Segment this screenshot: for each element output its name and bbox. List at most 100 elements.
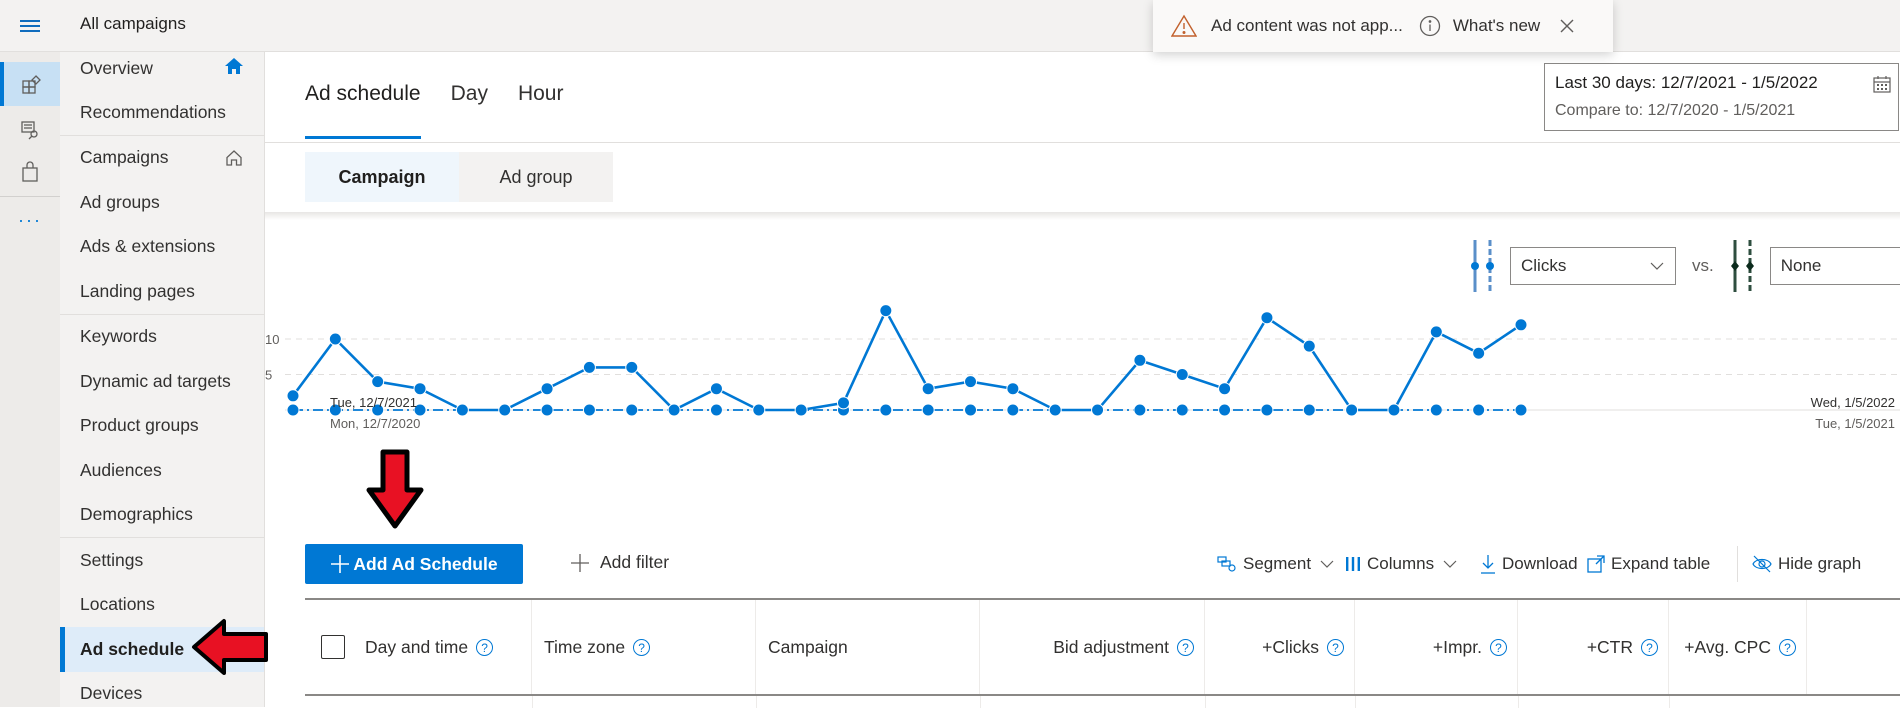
current-data-point[interactable] bbox=[1303, 340, 1315, 352]
add-filter-button[interactable]: Add filter bbox=[570, 552, 669, 573]
help-icon[interactable]: ? bbox=[1177, 639, 1194, 656]
current-data-point[interactable] bbox=[880, 305, 892, 317]
sidebar-item-ad-groups[interactable]: Ad groups bbox=[60, 180, 264, 225]
current-data-point[interactable] bbox=[499, 404, 511, 416]
compare-data-point[interactable] bbox=[1430, 404, 1442, 416]
current-data-point[interactable] bbox=[837, 397, 849, 409]
close-icon[interactable] bbox=[1560, 19, 1574, 33]
current-data-point[interactable] bbox=[922, 383, 934, 395]
compare-data-point[interactable] bbox=[880, 404, 892, 416]
download-button[interactable]: Download bbox=[1480, 554, 1578, 574]
rail-shopping[interactable] bbox=[0, 150, 60, 194]
rail-tools[interactable] bbox=[0, 108, 60, 152]
whats-new-link[interactable]: What's new bbox=[1453, 16, 1540, 36]
current-data-point[interactable] bbox=[668, 404, 680, 416]
expand-table-button[interactable]: Expand table bbox=[1587, 554, 1710, 574]
current-data-point[interactable] bbox=[1388, 404, 1400, 416]
pivot-campaign[interactable]: Campaign bbox=[305, 152, 459, 202]
column-header-day-and-time[interactable]: Day and time ? bbox=[305, 600, 532, 694]
column-header-impressions[interactable]: +Impr. ? bbox=[1355, 600, 1518, 694]
column-header-avg-cpc[interactable]: +Avg. CPC ? bbox=[1669, 600, 1807, 694]
compare-data-point[interactable] bbox=[1515, 404, 1527, 416]
current-data-point[interactable] bbox=[626, 361, 638, 373]
sidebar-item-demographics[interactable]: Demographics bbox=[60, 493, 264, 538]
column-header-ctr[interactable]: +CTR ? bbox=[1518, 600, 1669, 694]
hide-graph-button[interactable]: Hide graph bbox=[1752, 554, 1861, 574]
compare-data-point[interactable] bbox=[541, 404, 553, 416]
help-icon[interactable]: ? bbox=[1641, 639, 1658, 656]
column-header-time-zone[interactable]: Time zone ? bbox=[532, 600, 756, 694]
date-range-picker[interactable]: Last 30 days: 12/7/2021 - 1/5/2022 Compa… bbox=[1544, 63, 1899, 131]
sidebar-item-campaigns[interactable]: Campaigns bbox=[60, 136, 264, 181]
current-data-point[interactable] bbox=[541, 383, 553, 395]
tab-day[interactable]: Day bbox=[451, 82, 488, 139]
current-data-point[interactable] bbox=[1049, 404, 1061, 416]
pivot-ad-group[interactable]: Ad group bbox=[459, 152, 613, 202]
sidebar-item-dynamic-ad-targets[interactable]: Dynamic ad targets bbox=[60, 359, 264, 404]
compare-data-point[interactable] bbox=[287, 404, 299, 416]
current-data-point[interactable] bbox=[1176, 369, 1188, 381]
compare-data-point[interactable] bbox=[1176, 404, 1188, 416]
select-all-checkbox[interactable] bbox=[321, 635, 345, 659]
more-icon[interactable]: ··· bbox=[0, 210, 60, 231]
compare-data-point[interactable] bbox=[1219, 404, 1231, 416]
sidebar-item-keywords[interactable]: Keywords bbox=[60, 315, 264, 360]
rail-campaigns[interactable] bbox=[0, 62, 60, 106]
current-data-point[interactable] bbox=[414, 383, 426, 395]
help-icon[interactable]: ? bbox=[476, 639, 493, 656]
current-data-point[interactable] bbox=[1346, 404, 1358, 416]
breadcrumb[interactable]: All campaigns bbox=[80, 14, 186, 34]
metric2-dropdown[interactable]: None bbox=[1770, 247, 1900, 285]
hamburger-menu-icon[interactable] bbox=[18, 14, 42, 38]
current-data-point[interactable] bbox=[583, 361, 595, 373]
current-data-point[interactable] bbox=[710, 383, 722, 395]
current-data-point[interactable] bbox=[1007, 383, 1019, 395]
current-data-point[interactable] bbox=[372, 376, 384, 388]
segment-button[interactable]: Segment bbox=[1217, 554, 1341, 574]
current-data-point[interactable] bbox=[1473, 347, 1485, 359]
help-icon[interactable]: ? bbox=[1779, 639, 1796, 656]
help-icon[interactable]: ? bbox=[1327, 639, 1344, 656]
help-icon[interactable]: ? bbox=[1490, 639, 1507, 656]
sidebar-item-landing-pages[interactable]: Landing pages bbox=[60, 269, 264, 314]
current-data-point[interactable] bbox=[1092, 404, 1104, 416]
sidebar-item-audiences[interactable]: Audiences bbox=[60, 448, 264, 493]
compare-data-point[interactable] bbox=[1134, 404, 1146, 416]
compare-data-point[interactable] bbox=[626, 404, 638, 416]
current-data-point[interactable] bbox=[329, 333, 341, 345]
current-data-point[interactable] bbox=[456, 404, 468, 416]
column-header-campaign[interactable]: Campaign bbox=[756, 600, 980, 694]
tab-ad-schedule[interactable]: Ad schedule bbox=[305, 82, 421, 139]
metric1-dropdown[interactable]: Clicks bbox=[1510, 247, 1676, 285]
columns-button[interactable]: Columns bbox=[1345, 554, 1464, 574]
sidebar-item-overview[interactable]: Overview bbox=[60, 52, 264, 90]
current-data-point[interactable] bbox=[1515, 319, 1527, 331]
current-data-point[interactable] bbox=[965, 376, 977, 388]
warning-message-link[interactable]: Ad content was not app... bbox=[1211, 16, 1403, 36]
compare-data-point[interactable] bbox=[1303, 404, 1315, 416]
compare-data-point[interactable] bbox=[965, 404, 977, 416]
sidebar-item-devices[interactable]: Devices bbox=[60, 672, 264, 716]
current-data-point[interactable] bbox=[1134, 354, 1146, 366]
compare-data-point[interactable] bbox=[1007, 404, 1019, 416]
compare-data-point[interactable] bbox=[922, 404, 934, 416]
column-header-clicks[interactable]: +Clicks ? bbox=[1205, 600, 1355, 694]
compare-data-point[interactable] bbox=[1261, 404, 1273, 416]
column-header-bid-adjustment[interactable]: Bid adjustment ? bbox=[980, 600, 1205, 694]
compare-data-point[interactable] bbox=[1473, 404, 1485, 416]
tab-hour[interactable]: Hour bbox=[518, 82, 564, 139]
current-data-point[interactable] bbox=[795, 404, 807, 416]
current-data-point[interactable] bbox=[287, 390, 299, 402]
sidebar-item-product-groups[interactable]: Product groups bbox=[60, 404, 264, 449]
sidebar-item-settings[interactable]: Settings bbox=[60, 538, 264, 583]
current-data-point[interactable] bbox=[1261, 312, 1273, 324]
compare-data-point[interactable] bbox=[583, 404, 595, 416]
sidebar-item-recommendations[interactable]: Recommendations bbox=[60, 90, 264, 135]
current-data-point[interactable] bbox=[1219, 383, 1231, 395]
sidebar-item-ads-extensions[interactable]: Ads & extensions bbox=[60, 225, 264, 270]
compare-data-point[interactable] bbox=[710, 404, 722, 416]
add-ad-schedule-button[interactable]: Add Ad Schedule bbox=[305, 544, 523, 584]
current-data-point[interactable] bbox=[753, 404, 765, 416]
current-data-point[interactable] bbox=[1430, 326, 1442, 338]
help-icon[interactable]: ? bbox=[633, 639, 650, 656]
